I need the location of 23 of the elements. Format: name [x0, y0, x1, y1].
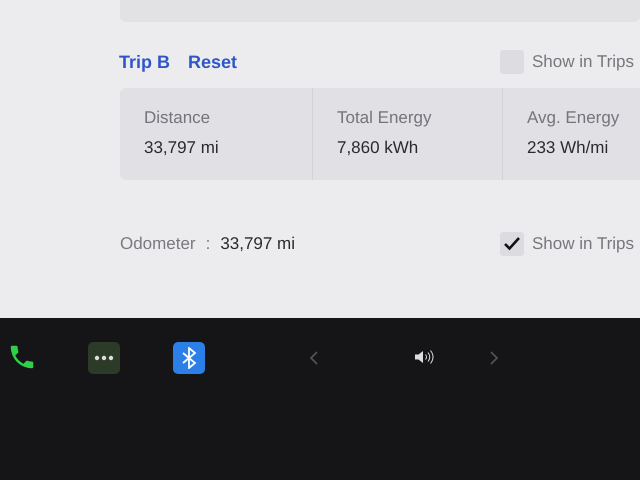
chevron-left-icon[interactable]: [309, 350, 319, 366]
odometer-value: 33,797 mi: [220, 234, 295, 254]
bluetooth-icon: [181, 347, 197, 369]
stat-value: 33,797 mi: [144, 138, 220, 158]
checkbox-label: Show in Trips: [532, 52, 634, 72]
show-in-trips-checkbox[interactable]: Show in Trips: [500, 50, 634, 74]
show-in-trips-checkbox[interactable]: Show in Trips: [500, 232, 634, 256]
checkbox-label: Show in Trips: [532, 234, 634, 254]
separator: :: [206, 234, 210, 254]
more-button[interactable]: [88, 342, 120, 374]
reset-link[interactable]: Reset: [188, 52, 238, 72]
stat-value: 233 Wh/mi: [527, 138, 610, 158]
stat-value: 7,860 kWh: [337, 138, 420, 158]
stat-label: Avg. Energy: [527, 108, 620, 128]
odometer-label: Odometer: [120, 234, 196, 254]
trip-title-link[interactable]: Trip B: [119, 52, 170, 72]
bluetooth-button[interactable]: [173, 342, 205, 374]
checkbox[interactable]: [500, 232, 524, 256]
chevron-right-icon[interactable]: [489, 350, 499, 366]
checkmark-icon: [504, 237, 520, 251]
stat-label: Total Energy: [337, 108, 432, 128]
stat-label: Distance: [144, 108, 212, 128]
more-icon: [94, 355, 114, 361]
